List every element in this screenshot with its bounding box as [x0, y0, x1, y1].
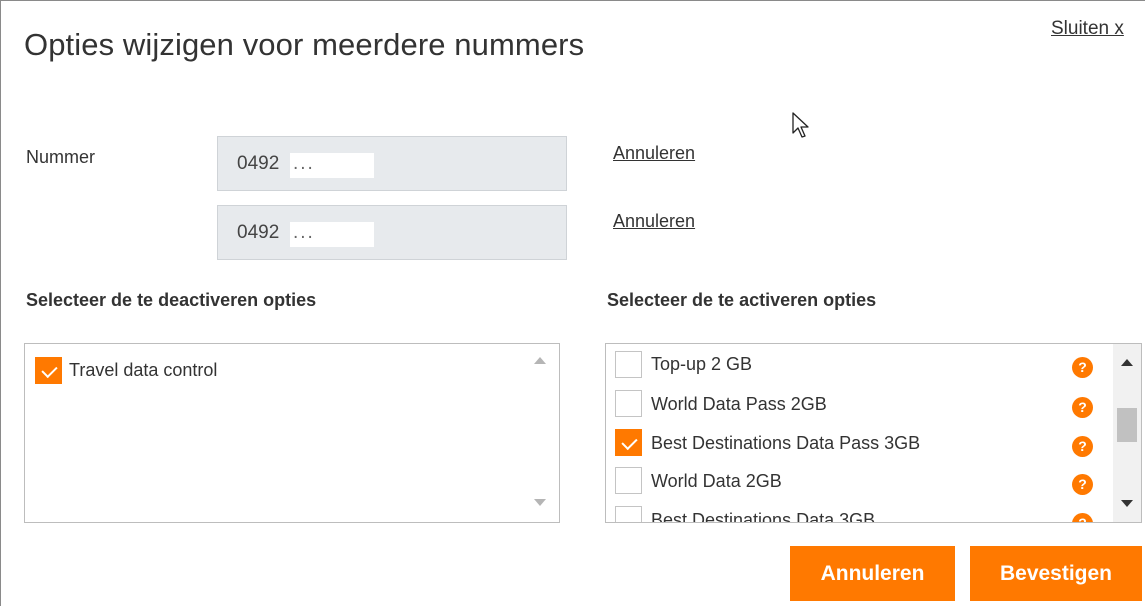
option-checkbox[interactable] — [615, 429, 642, 456]
scroll-up-icon[interactable] — [1121, 359, 1133, 366]
option-label: Top-up 2 GB — [651, 354, 753, 374]
change-options-dialog: Opties wijzigen voor meerdere nummers Sl… — [0, 0, 1145, 606]
activate-options-list[interactable]: Top-up 2 GB ? World Data Pass 2GB ? Best… — [605, 343, 1142, 523]
number-prefix: 0492 — [237, 153, 280, 174]
option-label: World Data Pass 2GB — [651, 394, 827, 414]
list-item[interactable]: Top-up 2 GB ? — [606, 344, 1106, 383]
dialog-title: Opties wijzigen voor meerdere nummers — [24, 27, 585, 62]
list-item[interactable]: Best Destinations Data 3GB ? — [606, 500, 1106, 523]
scrollbar[interactable] — [1113, 344, 1141, 522]
scrollbar-thumb[interactable] — [1117, 408, 1137, 442]
number-label: Nummer — [26, 147, 96, 167]
option-label: Travel data control — [69, 360, 218, 380]
scroll-down-icon[interactable] — [534, 499, 546, 506]
option-checkbox[interactable] — [615, 467, 642, 494]
help-icon[interactable]: ? — [1072, 357, 1093, 378]
option-checkbox[interactable] — [615, 390, 642, 417]
scroll-up-icon[interactable] — [534, 357, 546, 364]
list-item[interactable]: World Data Pass 2GB ? — [606, 383, 1106, 422]
option-checkbox[interactable] — [615, 506, 642, 522]
activate-heading: Selecteer de te activeren opties — [607, 290, 877, 310]
mouse-cursor-icon — [792, 112, 809, 138]
help-icon[interactable]: ? — [1072, 513, 1093, 522]
deactivate-options-list[interactable]: Travel data control — [24, 343, 560, 523]
close-link[interactable]: Sluiten x — [1051, 18, 1124, 40]
confirm-button[interactable]: Bevestigen — [970, 546, 1142, 601]
number-masked-digits: ... — [293, 222, 315, 243]
cancel-number-2-link[interactable]: Annuleren — [613, 211, 695, 232]
scroll-down-icon[interactable] — [1121, 500, 1133, 507]
number-masked-digits: ... — [293, 153, 315, 174]
cancel-number-1-link[interactable]: Annuleren — [613, 143, 695, 164]
option-label: World Data 2GB — [651, 471, 782, 491]
help-icon[interactable]: ? — [1072, 397, 1093, 418]
number-field-2: 0492 ... — [217, 205, 567, 260]
help-icon[interactable]: ? — [1072, 436, 1093, 457]
option-label: Best Destinations Data Pass 3GB — [651, 433, 921, 453]
number-prefix: 0492 — [237, 222, 280, 243]
cancel-button[interactable]: Annuleren — [790, 546, 955, 601]
deactivate-heading: Selecteer de te deactiveren opties — [26, 290, 317, 310]
list-item[interactable]: World Data 2GB ? — [606, 461, 1106, 500]
help-icon[interactable]: ? — [1072, 474, 1093, 495]
option-label: Best Destinations Data 3GB — [651, 510, 876, 523]
list-item[interactable]: Best Destinations Data Pass 3GB ? — [606, 422, 1106, 461]
number-field-1: 0492 ... — [217, 136, 567, 191]
list-item[interactable]: Travel data control — [25, 344, 525, 392]
option-checkbox[interactable] — [615, 351, 642, 378]
option-checkbox[interactable] — [35, 357, 62, 384]
